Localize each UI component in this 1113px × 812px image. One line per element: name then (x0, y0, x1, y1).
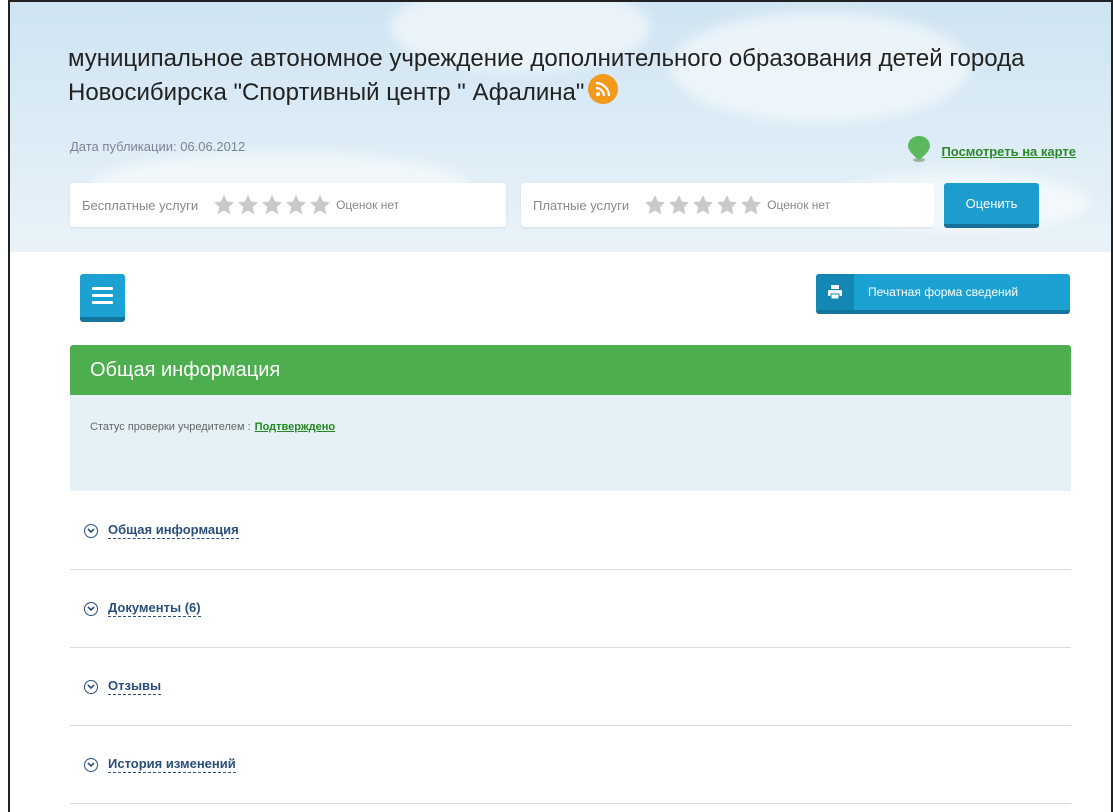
paid-services-label: Платные услуги (533, 197, 630, 213)
accordion-label[interactable]: Документы (6) (108, 600, 201, 617)
free-services-label: Бесплатные услуги (82, 197, 199, 213)
star-icon[interactable] (667, 193, 691, 217)
free-services-status: Оценок нет (336, 198, 400, 212)
page-header: муниципальное автономное учреждение допо… (10, 2, 1111, 252)
page-title-text: муниципальное автономное учреждение допо… (68, 45, 1025, 106)
accordion-label[interactable]: Отзывы (108, 678, 162, 695)
star-icon[interactable] (739, 193, 763, 217)
accordion-label[interactable]: Общая информация (108, 522, 239, 539)
paid-services-stars[interactable] (643, 193, 763, 217)
star-icon[interactable] (691, 193, 715, 217)
accordion-label[interactable]: История изменений (108, 756, 236, 773)
accordion-change-history[interactable]: История изменений (70, 726, 1071, 804)
star-icon[interactable] (284, 193, 308, 217)
page-title: муниципальное автономное учреждение допо… (68, 44, 1048, 108)
publication-date: Дата публикации: 06.06.2012 (70, 139, 246, 154)
star-icon[interactable] (260, 193, 284, 217)
view-on-map-label[interactable]: Посмотреть на карте (941, 144, 1076, 159)
general-info-panel: Статус проверки учредителем : Подтвержден… (70, 395, 1071, 491)
accordion-general-info[interactable]: Общая информация (70, 492, 1071, 570)
star-icon[interactable] (715, 193, 739, 217)
chevron-down-icon (84, 679, 98, 694)
rate-button[interactable]: Оценить (944, 183, 1039, 228)
general-info-heading: Общая информация (70, 345, 1071, 395)
verification-status-link[interactable]: Подтверждено (255, 421, 335, 433)
paid-services-rating: Платные услуги Оценок нет (521, 183, 934, 227)
free-services-rating: Бесплатные услуги Оценок нет (70, 183, 506, 227)
star-icon[interactable] (212, 193, 236, 217)
star-icon[interactable] (308, 193, 332, 217)
star-icon[interactable] (643, 193, 667, 217)
view-on-map-link[interactable]: Посмотреть на карте (907, 135, 1076, 168)
hamburger-icon (92, 287, 113, 290)
accordion-documents[interactable]: Документы (6) (70, 570, 1071, 648)
paid-services-status: Оценок нет (767, 198, 831, 212)
print-form-button[interactable]: Печатная форма сведений (816, 274, 1070, 314)
page-frame: муниципальное автономное учреждение допо… (8, 0, 1113, 812)
menu-button[interactable] (80, 274, 125, 322)
chevron-down-icon (84, 523, 98, 538)
verification-status-label: Статус проверки учредителем : (90, 421, 251, 433)
accordion-reviews[interactable]: Отзывы (70, 648, 1071, 726)
rss-icon[interactable] (588, 74, 619, 104)
star-icon[interactable] (236, 193, 260, 217)
free-services-stars[interactable] (212, 193, 332, 217)
chevron-down-icon (84, 601, 98, 616)
print-form-label: Печатная форма сведений (868, 285, 1019, 299)
printer-icon (816, 274, 854, 310)
chevron-down-icon (84, 757, 98, 772)
map-pin-icon (907, 135, 931, 168)
